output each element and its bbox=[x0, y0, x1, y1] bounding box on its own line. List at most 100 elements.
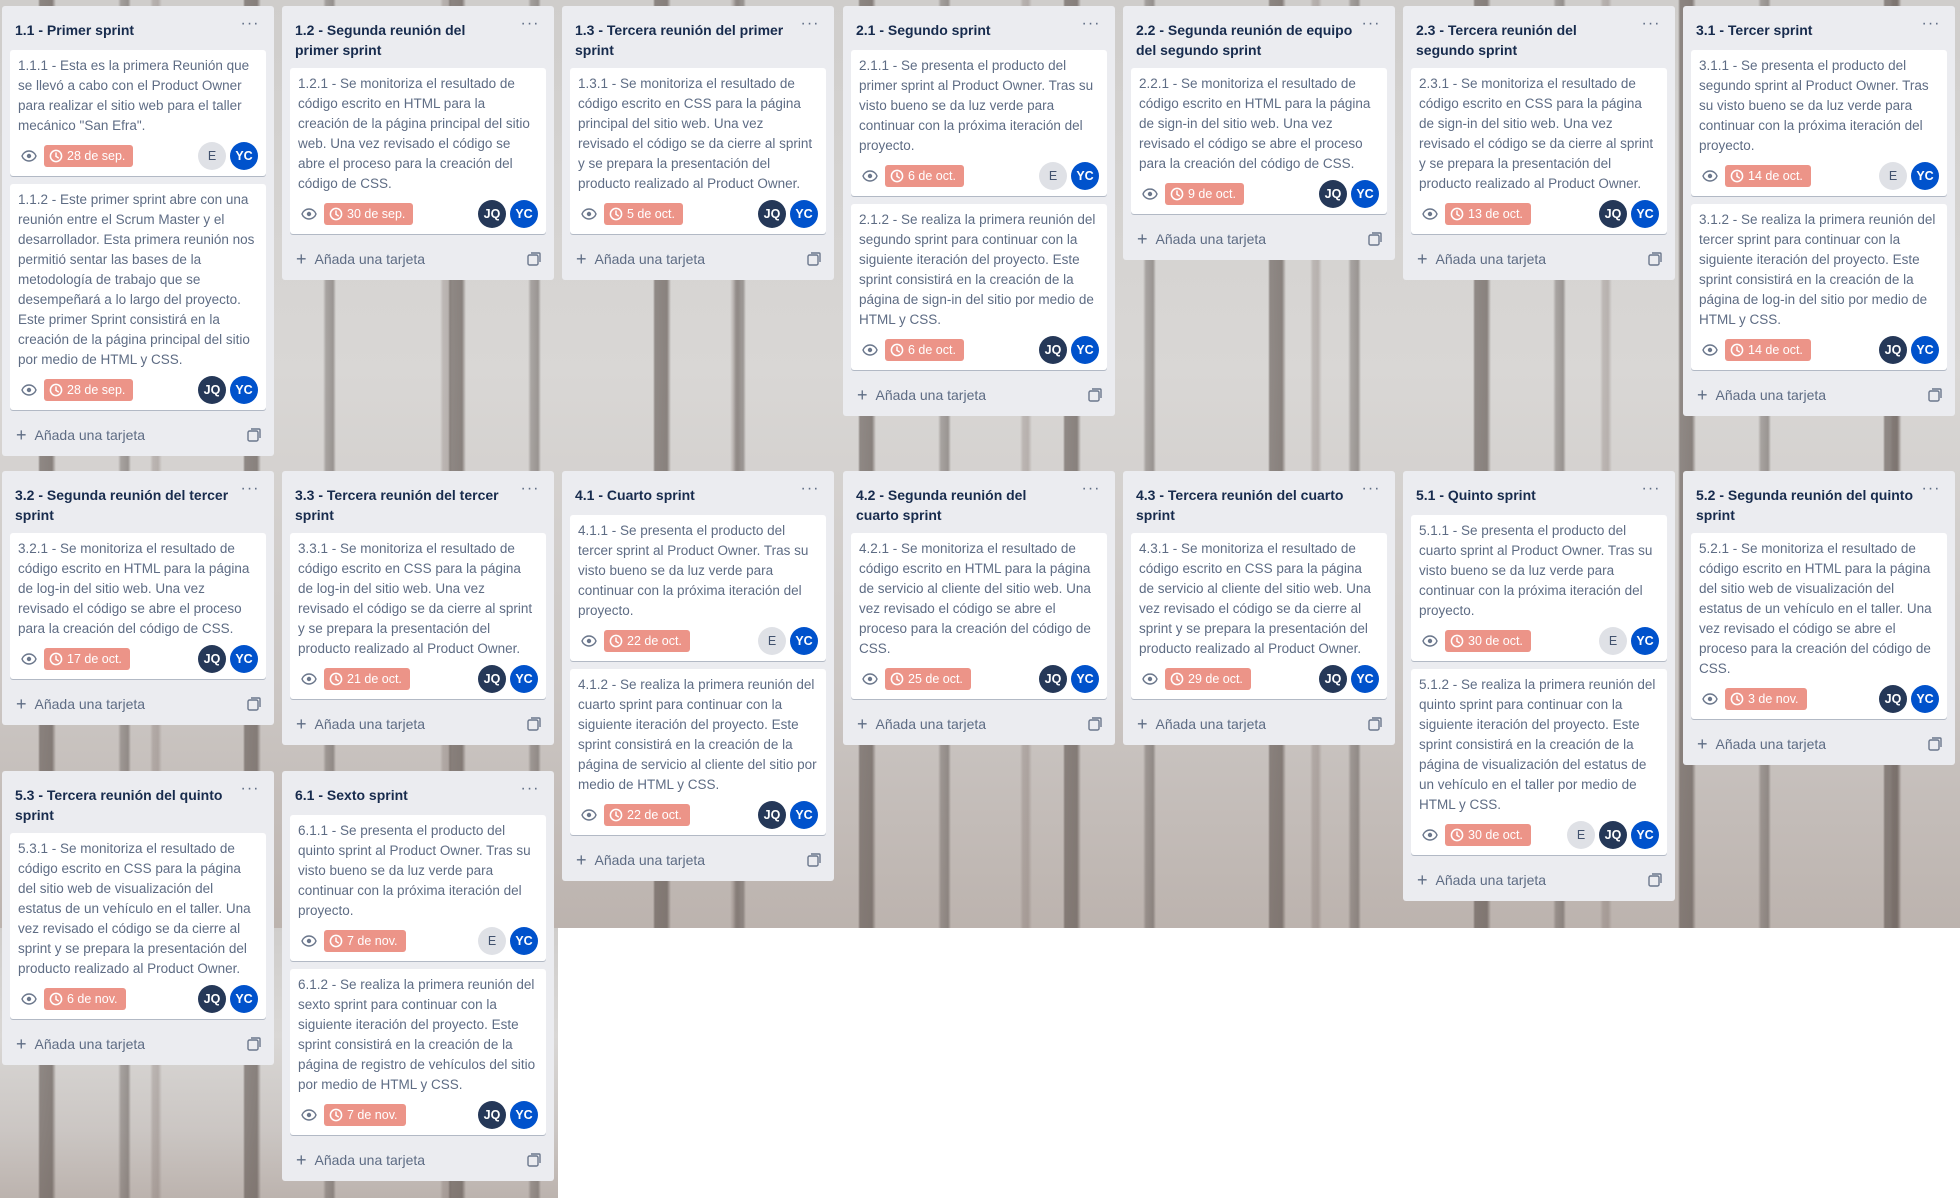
add-card-button[interactable]: + Añada una tarjeta bbox=[1691, 727, 1947, 765]
avatar-yc[interactable]: YC bbox=[1351, 665, 1379, 693]
list-title[interactable]: 3.1 - Tercer sprint bbox=[1696, 20, 1913, 40]
avatar-jq[interactable]: JQ bbox=[1039, 665, 1067, 693]
card[interactable]: 1.2.1 - Se monitoriza el resultado de có… bbox=[290, 68, 546, 234]
list-title[interactable]: 1.3 - Tercera reunión del primer sprint bbox=[575, 20, 792, 60]
due-date-badge[interactable]: 3 de nov. bbox=[1725, 688, 1807, 710]
list-menu-icon[interactable]: ··· bbox=[800, 481, 820, 501]
card-template-icon[interactable] bbox=[1087, 716, 1103, 732]
avatar-yc[interactable]: YC bbox=[230, 985, 258, 1013]
list-title[interactable]: 6.1 - Sexto sprint bbox=[295, 785, 512, 805]
due-date-badge[interactable]: 21 de oct. bbox=[324, 668, 410, 690]
avatar-yc[interactable]: YC bbox=[790, 627, 818, 655]
avatar-jq[interactable]: JQ bbox=[758, 801, 786, 829]
due-date-badge[interactable]: 14 de oct. bbox=[1725, 165, 1811, 187]
avatar-yc[interactable]: YC bbox=[1071, 336, 1099, 364]
due-date-badge[interactable]: 9 de oct. bbox=[1165, 183, 1244, 205]
list-title[interactable]: 5.3 - Tercera reunión del quinto sprint bbox=[15, 785, 232, 825]
list-title[interactable]: 2.3 - Tercera reunión del segundo sprint bbox=[1416, 20, 1633, 60]
avatar-yc[interactable]: YC bbox=[1631, 200, 1659, 228]
avatar-yc[interactable]: YC bbox=[230, 376, 258, 404]
add-card-button[interactable]: + Añada una tarjeta bbox=[290, 1143, 546, 1181]
card-template-icon[interactable] bbox=[526, 1152, 542, 1168]
card-template-icon[interactable] bbox=[246, 696, 262, 712]
add-card-button[interactable]: + Añada una tarjeta bbox=[570, 843, 826, 881]
avatar-jq[interactable]: JQ bbox=[1879, 336, 1907, 364]
add-card-button[interactable]: + Añada una tarjeta bbox=[570, 242, 826, 280]
avatar-e[interactable]: E bbox=[1879, 162, 1907, 190]
avatar-jq[interactable]: JQ bbox=[198, 376, 226, 404]
card[interactable]: 5.1.1 - Se presenta el producto del cuar… bbox=[1411, 515, 1667, 661]
card-template-icon[interactable] bbox=[1087, 387, 1103, 403]
avatar-jq[interactable]: JQ bbox=[1879, 685, 1907, 713]
list-menu-icon[interactable]: ··· bbox=[240, 481, 260, 501]
avatar-e[interactable]: E bbox=[198, 142, 226, 170]
card[interactable]: 3.3.1 - Se monitoriza el resultado de có… bbox=[290, 533, 546, 699]
avatar-jq[interactable]: JQ bbox=[1319, 665, 1347, 693]
card[interactable]: 1.1.1 - Esta es la primera Reunión que s… bbox=[10, 50, 266, 176]
card[interactable]: 1.3.1 - Se monitoriza el resultado de có… bbox=[570, 68, 826, 234]
avatar-jq[interactable]: JQ bbox=[478, 200, 506, 228]
due-date-badge[interactable]: 17 de oct. bbox=[44, 648, 130, 670]
due-date-badge[interactable]: 30 de sep. bbox=[324, 203, 414, 225]
avatar-yc[interactable]: YC bbox=[790, 200, 818, 228]
card-template-icon[interactable] bbox=[1367, 231, 1383, 247]
card[interactable]: 4.2.1 - Se monitoriza el resultado de có… bbox=[851, 533, 1107, 699]
card[interactable]: 6.1.1 - Se presenta el producto del quin… bbox=[290, 815, 546, 961]
due-date-badge[interactable]: 14 de oct. bbox=[1725, 339, 1811, 361]
card[interactable]: 2.3.1 - Se monitoriza el resultado de có… bbox=[1411, 68, 1667, 234]
avatar-jq[interactable]: JQ bbox=[1599, 200, 1627, 228]
add-card-button[interactable]: + Añada una tarjeta bbox=[1411, 863, 1667, 901]
list-menu-icon[interactable]: ··· bbox=[1081, 16, 1101, 36]
list-menu-icon[interactable]: ··· bbox=[1081, 481, 1101, 501]
avatar-yc[interactable]: YC bbox=[1911, 162, 1939, 190]
card-template-icon[interactable] bbox=[806, 852, 822, 868]
add-card-button[interactable]: + Añada una tarjeta bbox=[290, 242, 546, 280]
due-date-badge[interactable]: 6 de nov. bbox=[44, 988, 126, 1010]
avatar-yc[interactable]: YC bbox=[1071, 665, 1099, 693]
list-menu-icon[interactable]: ··· bbox=[800, 16, 820, 36]
card[interactable]: 4.1.1 - Se presenta el producto del terc… bbox=[570, 515, 826, 661]
avatar-yc[interactable]: YC bbox=[1351, 180, 1379, 208]
list-title[interactable]: 3.3 - Tercera reunión del tercer sprint bbox=[295, 485, 512, 525]
due-date-badge[interactable]: 30 de oct. bbox=[1445, 630, 1531, 652]
list-title[interactable]: 4.3 - Tercera reunión del cuarto sprint bbox=[1136, 485, 1353, 525]
avatar-jq[interactable]: JQ bbox=[478, 1101, 506, 1129]
card[interactable]: 3.1.2 - Se realiza la primera reunión de… bbox=[1691, 204, 1947, 370]
list-menu-icon[interactable]: ··· bbox=[240, 781, 260, 801]
card[interactable]: 5.3.1 - Se monitoriza el resultado de có… bbox=[10, 833, 266, 1019]
card[interactable]: 2.2.1 - Se monitoriza el resultado de có… bbox=[1131, 68, 1387, 214]
card[interactable]: 1.1.2 - Este primer sprint abre con una … bbox=[10, 184, 266, 410]
due-date-badge[interactable]: 30 de oct. bbox=[1445, 824, 1531, 846]
list-menu-icon[interactable]: ··· bbox=[1921, 481, 1941, 501]
avatar-yc[interactable]: YC bbox=[230, 645, 258, 673]
due-date-badge[interactable]: 5 de oct. bbox=[604, 203, 683, 225]
add-card-button[interactable]: + Añada una tarjeta bbox=[290, 707, 546, 745]
avatar-e[interactable]: E bbox=[478, 927, 506, 955]
avatar-yc[interactable]: YC bbox=[230, 142, 258, 170]
list-menu-icon[interactable]: ··· bbox=[240, 16, 260, 36]
avatar-yc[interactable]: YC bbox=[510, 200, 538, 228]
add-card-button[interactable]: + Añada una tarjeta bbox=[10, 418, 266, 456]
list-title[interactable]: 2.1 - Segundo sprint bbox=[856, 20, 1073, 40]
list-title[interactable]: 5.1 - Quinto sprint bbox=[1416, 485, 1633, 505]
card[interactable]: 4.3.1 - Se monitoriza el resultado de có… bbox=[1131, 533, 1387, 699]
add-card-button[interactable]: + Añada una tarjeta bbox=[1131, 222, 1387, 260]
due-date-badge[interactable]: 13 de oct. bbox=[1445, 203, 1531, 225]
card-template-icon[interactable] bbox=[246, 1036, 262, 1052]
card[interactable]: 2.1.1 - Se presenta el producto del prim… bbox=[851, 50, 1107, 196]
card-template-icon[interactable] bbox=[1927, 387, 1943, 403]
avatar-yc[interactable]: YC bbox=[1911, 336, 1939, 364]
card[interactable]: 6.1.2 - Se realiza la primera reunión de… bbox=[290, 969, 546, 1135]
card-template-icon[interactable] bbox=[1927, 736, 1943, 752]
avatar-yc[interactable]: YC bbox=[510, 1101, 538, 1129]
due-date-badge[interactable]: 22 de oct. bbox=[604, 804, 690, 826]
card-template-icon[interactable] bbox=[246, 427, 262, 443]
card[interactable]: 3.2.1 - Se monitoriza el resultado de có… bbox=[10, 533, 266, 679]
avatar-e[interactable]: E bbox=[1567, 821, 1595, 849]
card[interactable]: 5.1.2 - Se realiza la primera reunión de… bbox=[1411, 669, 1667, 855]
avatar-yc[interactable]: YC bbox=[1631, 821, 1659, 849]
add-card-button[interactable]: + Añada una tarjeta bbox=[1411, 242, 1667, 280]
due-date-badge[interactable]: 25 de oct. bbox=[885, 668, 971, 690]
list-title[interactable]: 5.2 - Segunda reunión del quinto sprint bbox=[1696, 485, 1913, 525]
list-title[interactable]: 4.2 - Segunda reunión del cuarto sprint bbox=[856, 485, 1073, 525]
